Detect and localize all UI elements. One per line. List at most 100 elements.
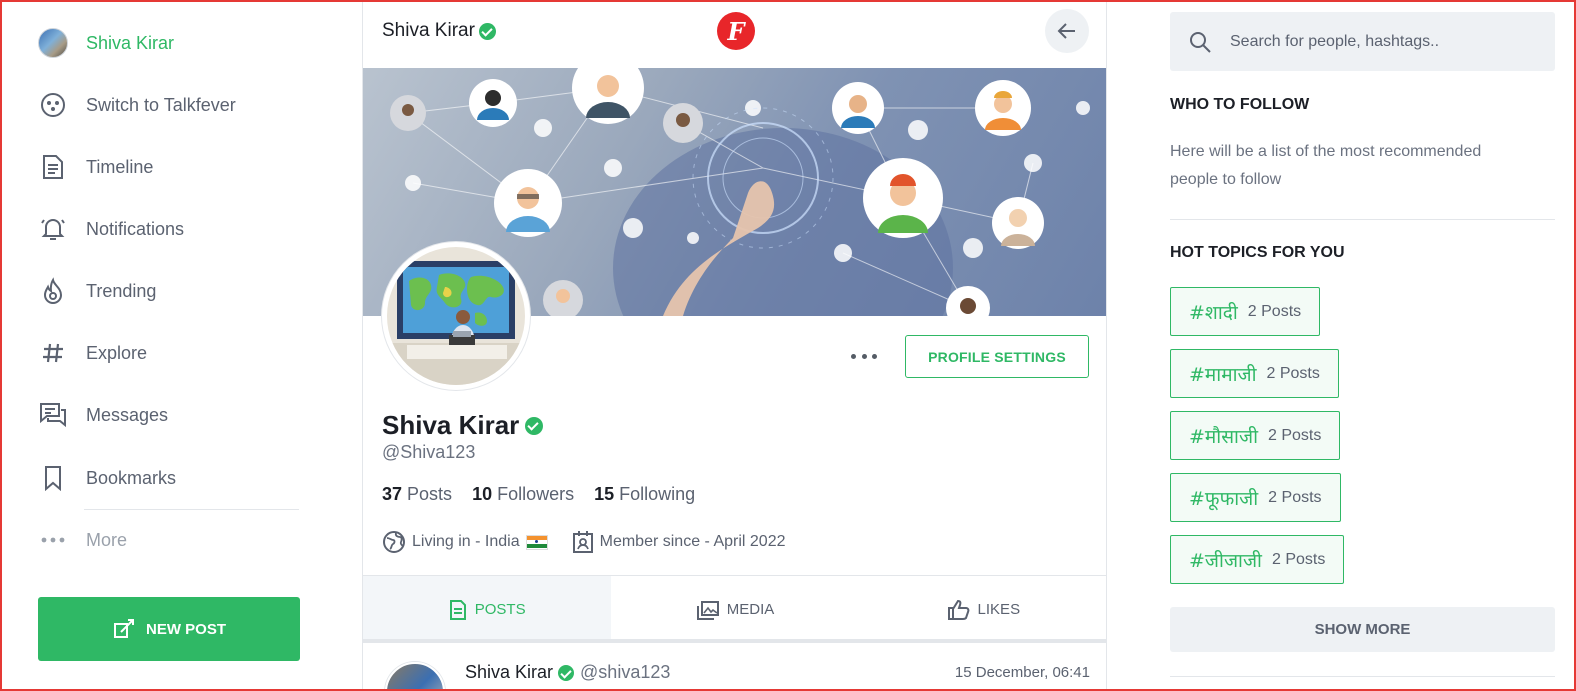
verified-icon [478, 22, 496, 40]
post-author-handle: @shiva123 [580, 662, 671, 682]
new-post-icon [113, 619, 134, 638]
member-since-text: Member since - April 2022 [599, 533, 786, 550]
tab-likes[interactable]: LIKES [860, 576, 1106, 643]
india-flag-icon [525, 534, 548, 550]
topic-item[interactable]: #जीजाजी 2 Posts [1170, 535, 1345, 584]
topic-count: 2 Posts [1268, 426, 1322, 444]
tab-label: MEDIA [726, 601, 775, 618]
sidebar-item-messages[interactable]: Messages [38, 397, 300, 433]
search-input[interactable] [1230, 32, 1530, 51]
profile-name: Shiva Kirar [382, 410, 544, 441]
images-icon [696, 600, 719, 620]
post-date: 15 December, 06:41 [954, 664, 1090, 681]
topic-count: 2 Posts [1266, 364, 1320, 382]
sidebar-item-label: Shiva Kirar [86, 32, 175, 53]
sidebar-item-bookmarks[interactable]: Bookmarks [38, 460, 300, 496]
profile-handle: @Shiva123 [382, 442, 476, 462]
topic-tag: #मामाजी [1189, 363, 1257, 386]
hot-topics-title: HOT TOPICS FOR YOU [1170, 244, 1345, 261]
topic-item[interactable]: #मौसाजी 2 Posts [1170, 411, 1341, 460]
following-count: 15 [594, 484, 615, 504]
profile-name-text: Shiva Kirar [382, 410, 520, 440]
sidebar-item-explore[interactable]: Explore [38, 335, 300, 371]
post-avatar[interactable] [385, 662, 445, 691]
topic-item[interactable]: #शादी 2 Posts [1170, 287, 1321, 336]
topic-tag: #मौसाजी [1189, 425, 1258, 448]
topbar-name: Shiva Kirar [382, 20, 475, 41]
back-button[interactable] [1045, 9, 1089, 53]
fire-icon [38, 276, 68, 306]
profile-stats: 37 Posts 10 Followers 15 Following [382, 484, 715, 505]
post-item[interactable]: Shiva Kirar @shiva123 15 December, 06:41 [363, 648, 1106, 691]
who-to-follow-description: Here will be a list of the most recommen… [1170, 143, 1482, 188]
talkfever-icon [38, 90, 68, 120]
following-stat[interactable]: 15 Following [594, 484, 695, 505]
tab-posts[interactable]: POSTS [363, 576, 612, 643]
followers-count: 10 [472, 484, 493, 504]
topic-tag: #फूफाजी [1189, 487, 1259, 510]
post-author-name[interactable]: Shiva Kirar [465, 662, 553, 683]
tab-media[interactable]: MEDIA [611, 576, 859, 643]
show-more-button[interactable]: SHOW MORE [1170, 607, 1555, 652]
topic-count: 2 Posts [1268, 488, 1322, 506]
left-sidebar: Shiva Kirar Switch to Talkfever Timeline… [0, 0, 362, 691]
sidebar-item-trending[interactable]: Trending [38, 273, 300, 309]
profile-meta: Living in - India Member since - April 2… [382, 530, 809, 554]
right-divider [1170, 219, 1555, 220]
sidebar-item-label: Switch to Talkfever [86, 94, 236, 115]
tabs-underline-track [363, 639, 1106, 643]
posts-stat[interactable]: 37 Posts [382, 484, 452, 505]
sidebar-item-profile[interactable]: Shiva Kirar [38, 25, 300, 61]
topic-tag: #जीजाजी [1189, 549, 1262, 572]
topic-tag: #शादी [1189, 301, 1238, 324]
location-text: Living in - India [412, 533, 520, 550]
topic-item[interactable]: #फूफाजी 2 Posts [1170, 473, 1341, 522]
sidebar-item-timeline[interactable]: Timeline [38, 149, 300, 185]
profile-avatar[interactable] [382, 242, 530, 390]
tab-label: POSTS [474, 601, 526, 618]
member-since-info: Member since - April 2022 [572, 530, 786, 554]
sidebar-item-more[interactable]: More [38, 522, 300, 558]
new-post-button[interactable]: NEW POST [38, 597, 300, 661]
topic-count: 2 Posts [1271, 550, 1326, 568]
location-info: Living in - India [382, 530, 548, 554]
globe-icon [383, 531, 405, 553]
bookmark-icon [38, 463, 68, 493]
new-post-label: NEW POST [145, 620, 226, 638]
profile-settings-button[interactable]: PROFILE SETTINGS [905, 335, 1089, 378]
profile-topbar: Shiva Kirar F [363, 0, 1106, 68]
topic-item[interactable]: #मामाजी 2 Posts [1170, 349, 1339, 398]
calendar-user-icon [572, 531, 593, 553]
hashtag-icon [38, 338, 68, 368]
posts-count: 37 [382, 484, 403, 504]
search-icon [1190, 31, 1211, 53]
document-icon [449, 599, 466, 620]
sidebar-item-label: Trending [86, 280, 157, 301]
tab-label: LIKES [977, 601, 1021, 618]
followers-label: Followers [497, 484, 575, 504]
timeline-icon [38, 152, 68, 182]
search-box [1170, 12, 1555, 71]
sidebar-item-notifications[interactable]: Notifications [38, 211, 300, 247]
profile-column: Shiva Kirar F PROFILE SETTINGS Shiva Kir… [362, 0, 1107, 691]
right-sidebar: WHO TO FOLLOW Here will be a list of the… [1107, 0, 1576, 691]
verified-icon [525, 416, 544, 435]
arrow-left-icon [1057, 23, 1075, 39]
sidebar-divider [84, 509, 299, 510]
more-dots-icon [38, 525, 68, 555]
profile-more-button[interactable] [851, 345, 877, 367]
verified-icon [558, 664, 575, 681]
post-author: Shiva Kirar @shiva123 [465, 662, 670, 683]
app-logo[interactable]: F [717, 12, 755, 50]
sidebar-item-label: Notifications [86, 218, 185, 239]
sidebar-item-talkfever[interactable]: Switch to Talkfever [38, 87, 300, 123]
sidebar-item-label: Timeline [86, 156, 154, 177]
sidebar-item-label: Bookmarks [86, 467, 177, 488]
following-label: Following [619, 484, 696, 504]
sidebar-item-label: Explore [86, 342, 148, 363]
followers-stat[interactable]: 10 Followers [472, 484, 574, 505]
bell-icon [38, 214, 68, 244]
chat-icon [38, 400, 68, 430]
profile-tabs: POSTS MEDIA LIKES [363, 575, 1106, 643]
topic-count: 2 Posts [1247, 302, 1302, 320]
